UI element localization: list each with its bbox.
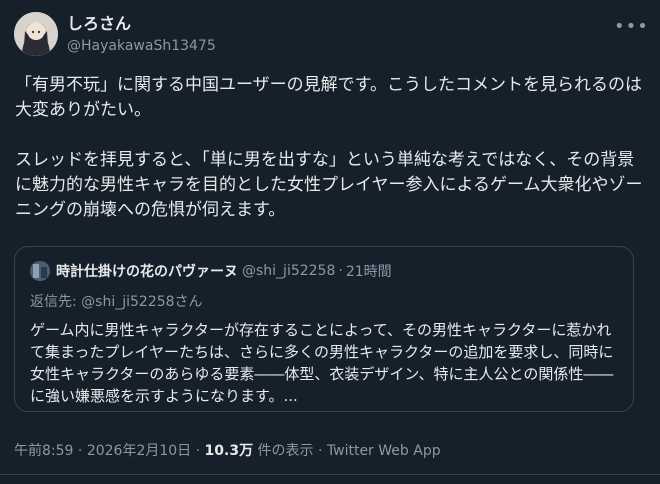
reply-to-label: 返信先: <box>30 294 82 310</box>
reply-to-handle: @shi_ji52258さん <box>81 294 203 310</box>
tweet-source[interactable]: Twitter Web App <box>327 443 441 459</box>
more-horizontal-icon[interactable]: ••• <box>614 16 648 37</box>
view-count-label: 件の表示 <box>253 443 314 459</box>
tweet-date[interactable]: 2026年2月10日 <box>87 443 191 459</box>
tweet-time[interactable]: 午前8:59 <box>14 443 73 459</box>
tweet-paragraph: スレッドを拝見すると、「単に男を出すな」という単純な考えではなく、その背景に魅力… <box>15 150 643 220</box>
quoted-time: 21時間 <box>345 264 392 280</box>
meta-separator: · <box>313 443 327 459</box>
tweet-header: しろさん @HayakawaSh13475 ••• <box>14 12 648 60</box>
view-count[interactable]: 10.3万 <box>205 443 254 459</box>
quoted-avatar <box>30 261 50 281</box>
author-names: しろさん @HayakawaSh13475 <box>67 14 216 56</box>
tweet-paragraph: 「有男不玩」に関する中国ユーザーの見解です。こうしたコメントを見られるのは大変あ… <box>15 75 642 120</box>
reply-to-line: 返信先: @shi_ji52258さん <box>30 291 203 311</box>
meta-separator: · <box>191 443 205 459</box>
quoted-tweet[interactable]: 時計仕掛けの花のパヴァーヌ @shi_ji52258 · 21時間 返信先: @… <box>14 246 634 412</box>
author-handle[interactable]: @HayakawaSh13475 <box>67 36 216 56</box>
quoted-tweet-text: ゲーム内に男性キャラクターが存在することによって、その男性キャラクターに惹かれて… <box>30 321 614 405</box>
author-display-name[interactable]: しろさん <box>67 14 216 34</box>
quoted-display-name: 時計仕掛けの花のパヴァーヌ <box>56 264 238 280</box>
avatar-image <box>14 12 58 56</box>
divider <box>0 474 660 475</box>
separator-dot: · <box>338 263 343 279</box>
quoted-tweet-header: 時計仕掛けの花のパヴァーヌ @shi_ji52258 · 21時間 <box>30 259 392 283</box>
quoted-avatar-image <box>30 261 50 281</box>
quoted-handle: @shi_ji52258 <box>242 263 336 279</box>
tweet-metadata: 午前8:59 · 2026年2月10日 · 10.3万 件の表示 · Twitt… <box>14 440 441 460</box>
avatar[interactable] <box>14 12 58 56</box>
meta-separator: · <box>73 443 87 459</box>
tweet-text: 「有男不玩」に関する中国ユーザーの見解です。こうしたコメントを見られるのは大変あ… <box>15 73 645 223</box>
